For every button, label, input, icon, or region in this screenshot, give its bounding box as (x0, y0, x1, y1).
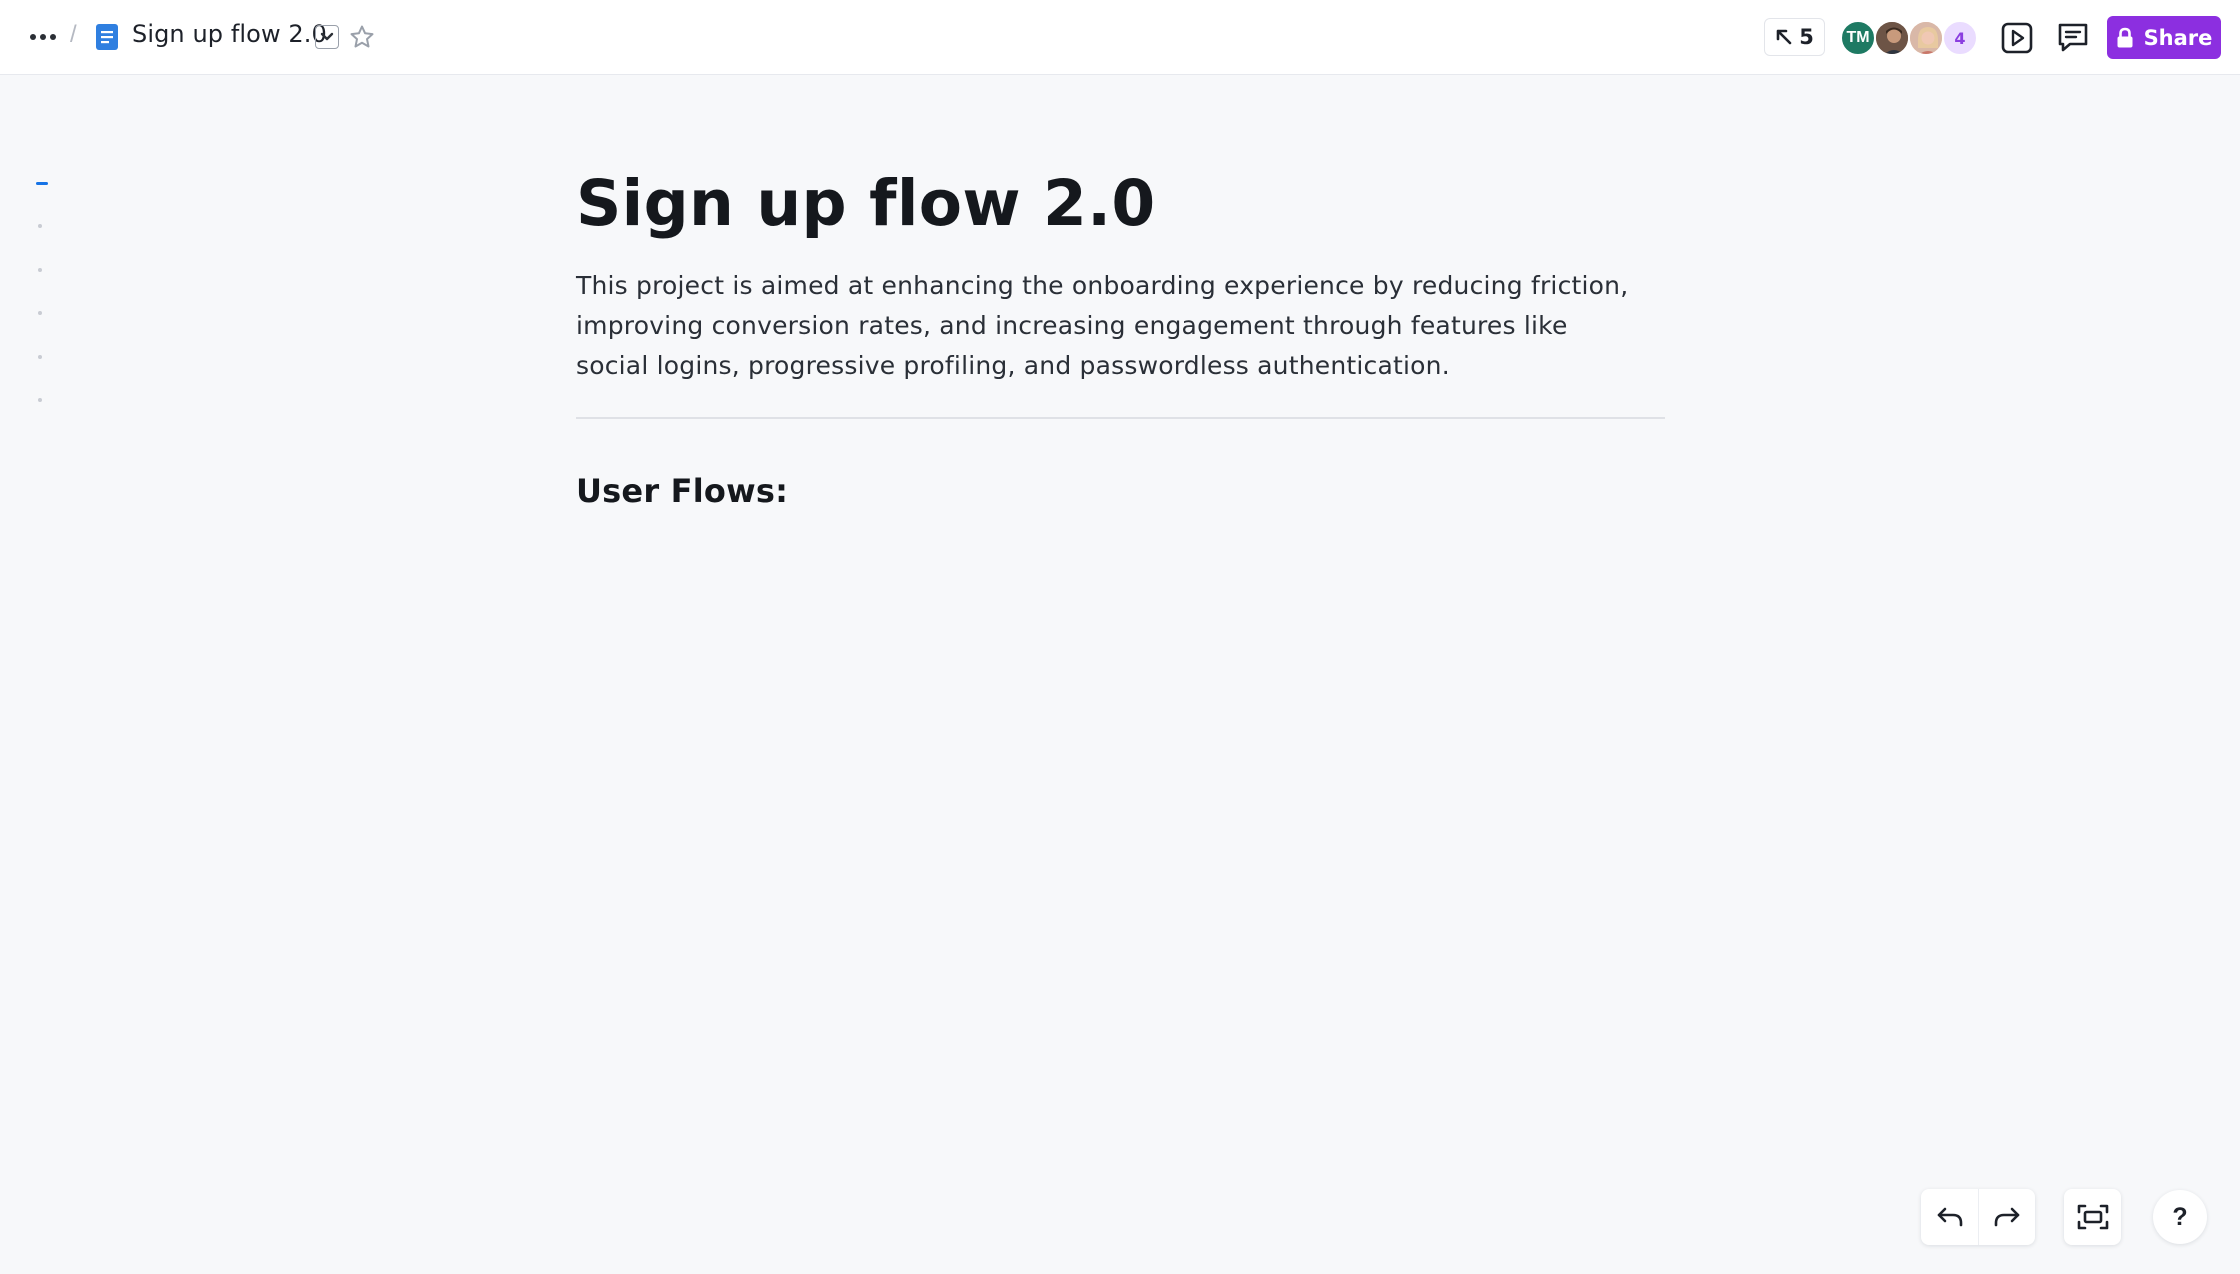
outline-item[interactable] (38, 311, 42, 315)
help-button[interactable]: ? (2153, 1190, 2207, 1244)
comment-icon[interactable] (2056, 20, 2090, 54)
document-title[interactable]: Sign up flow 2.0 (132, 20, 327, 48)
play-icon[interactable] (2000, 21, 2034, 55)
page-title[interactable]: Sign up flow 2.0 (576, 167, 1666, 240)
outline-item[interactable] (38, 398, 42, 402)
avatar[interactable] (1908, 20, 1944, 56)
more-horizontal-icon[interactable] (26, 23, 60, 51)
document-body: Sign up flow 2.0 This project is aimed a… (576, 160, 1666, 510)
outline-item[interactable] (38, 224, 42, 228)
star-outline-icon[interactable] (349, 24, 375, 50)
description-paragraph[interactable]: This project is aimed at enhancing the o… (576, 266, 1636, 386)
document-icon (96, 24, 118, 50)
cursor-count-button[interactable]: 5 (1764, 18, 1825, 56)
history-controls (1921, 1189, 2035, 1245)
top-bar: / Sign up flow 2.0 5 TM 4 Share (0, 0, 2240, 75)
cursor-count-value: 5 (1799, 25, 1814, 49)
undo-icon (1937, 1207, 1962, 1227)
avatar[interactable] (1874, 20, 1910, 56)
section-heading[interactable]: User Flows: (576, 472, 1666, 510)
fit-to-screen-icon (2077, 1204, 2108, 1230)
outline-item[interactable] (38, 355, 42, 359)
lock-icon (2117, 27, 2133, 47)
chevron-down-icon[interactable] (315, 25, 339, 49)
redo-button[interactable] (1978, 1189, 2035, 1245)
outline-item-active[interactable] (36, 182, 48, 185)
cursor-arrow-icon (1776, 29, 1792, 45)
fit-to-screen-button[interactable] (2064, 1189, 2121, 1245)
more-collaborators-badge[interactable]: 4 (1942, 20, 1978, 56)
breadcrumb-separator: / (70, 21, 77, 48)
share-label: Share (2143, 25, 2213, 50)
share-button[interactable]: Share (2107, 16, 2221, 59)
undo-button[interactable] (1921, 1189, 1978, 1245)
avatar[interactable]: TM (1840, 20, 1876, 56)
outline-item[interactable] (38, 268, 42, 272)
redo-icon (1994, 1207, 2020, 1227)
divider (576, 417, 1665, 420)
